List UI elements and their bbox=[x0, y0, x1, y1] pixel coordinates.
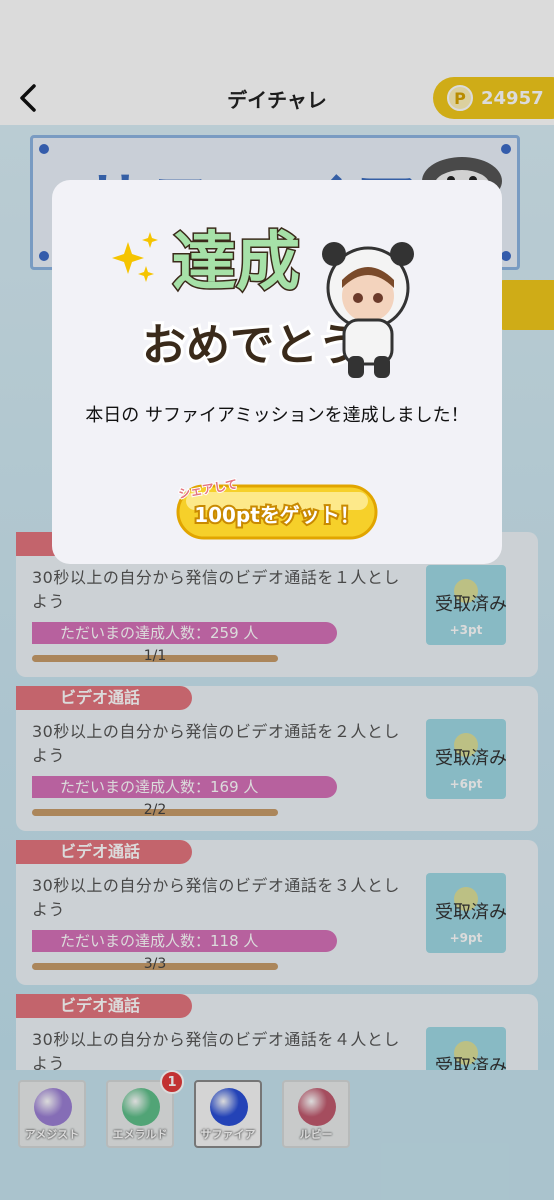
share-get-points-button[interactable]: シェアして 100ptをゲット！ bbox=[174, 476, 380, 542]
achievement-modal: 達成 おめでとう！ 本日の サファイアミッションを達成しました！ シェアして 1… bbox=[52, 180, 502, 564]
sparkle-icon bbox=[112, 232, 158, 282]
achievement-celebration-art: 達成 おめでとう！ bbox=[112, 225, 414, 378]
congrats-message: 本日の サファイアミッションを達成しました！ bbox=[85, 405, 469, 426]
art-title-line1: 達成 bbox=[172, 226, 300, 300]
share-button-label: 100ptをゲット！ bbox=[194, 503, 360, 527]
